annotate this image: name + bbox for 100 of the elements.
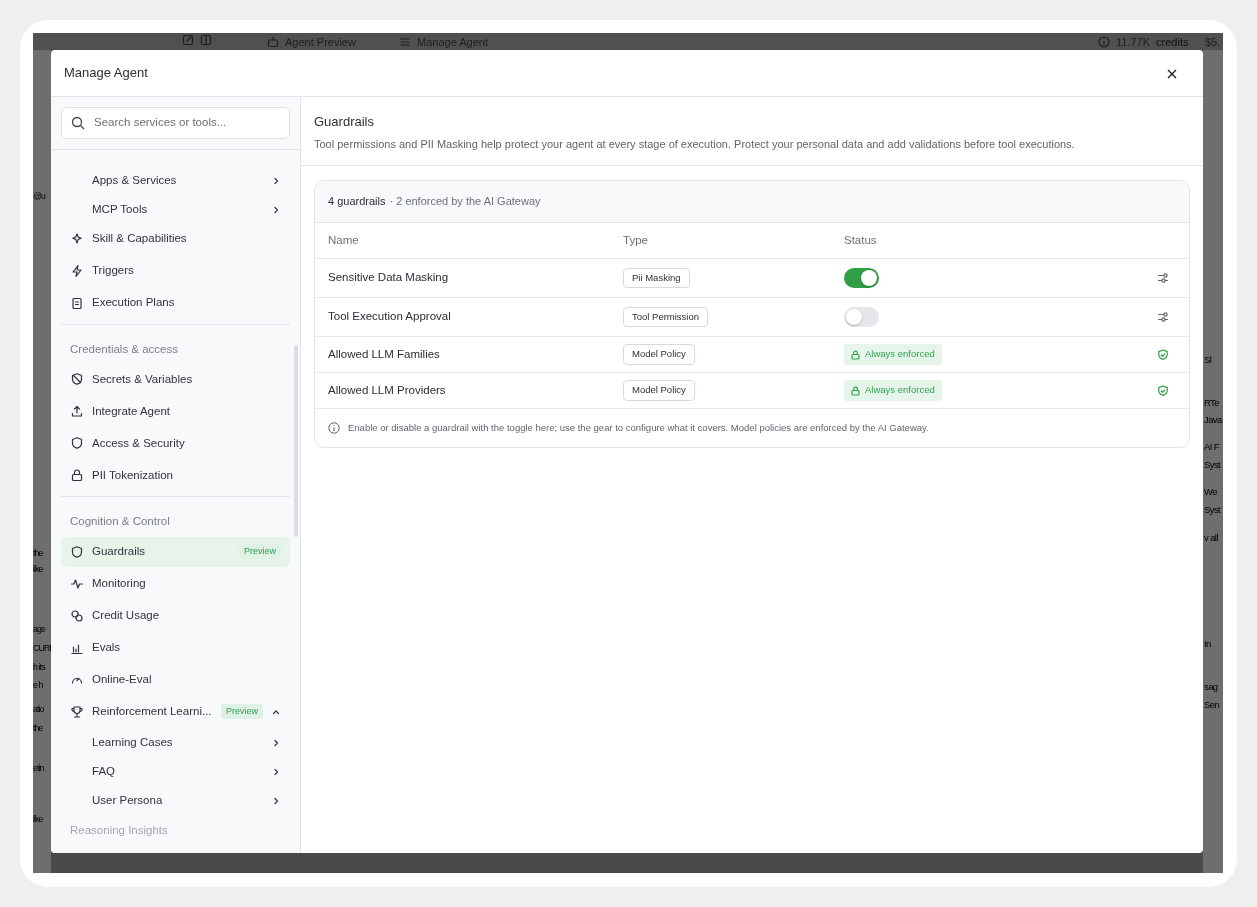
coins-icon (70, 608, 84, 623)
toggle-switch[interactable] (844, 268, 879, 288)
section-label: Cognition & Control (69, 514, 171, 530)
upload-icon (70, 404, 84, 419)
background-text: sag (1204, 680, 1218, 694)
shield-slash-icon (70, 372, 84, 387)
sidebar-item[interactable]: Monitoring (61, 568, 290, 599)
sidebar-item[interactable]: Skill & Capabilities (61, 224, 290, 254)
enforced-badge: Always enforced (844, 380, 942, 401)
background-text: AI F (1204, 440, 1220, 454)
enforced-summary: · 2 enforced by the AI Gateway (389, 194, 541, 210)
lock-icon (851, 385, 860, 396)
type-tag: Model Policy (623, 380, 695, 401)
type-tag: Pii Masking (623, 267, 690, 289)
background-text: etin (33, 762, 44, 775)
type-tag: Tool Permission (623, 306, 709, 328)
lightning-icon (70, 264, 84, 278)
sidebar-item[interactable]: PII Tokenization (61, 460, 290, 491)
search-box[interactable]: Search services or tools... (61, 107, 290, 139)
shield-icon (70, 436, 84, 451)
column-header: Status (844, 232, 878, 248)
toggle-switch[interactable] (844, 307, 879, 327)
background-text: CURI (33, 642, 51, 655)
background-text: We (1204, 485, 1217, 499)
credits-label: credits (1156, 35, 1189, 50)
sidebar-item[interactable]: Execution Plans (61, 288, 290, 318)
guardrail-name: Sensitive Data Masking (328, 270, 450, 286)
background-text: atio (33, 703, 44, 716)
trophy-icon (70, 704, 84, 719)
background-text: like (33, 563, 43, 576)
settings-button[interactable] (1157, 311, 1169, 323)
pulse-icon (70, 576, 84, 591)
guardrail-count: 4 guardrails (328, 194, 386, 210)
background-text: Syst (1204, 503, 1221, 517)
sidebar-item[interactable]: Access & Security (61, 428, 290, 459)
help-note: Enable or disable a guardrail with the toggle here; use the gear to configure what it covers. Model policies are enforced by the AI Gateway. (348, 420, 929, 435)
sparkle-icon (70, 232, 84, 246)
menu-icon (399, 36, 411, 49)
section-label: Credentials & access (69, 342, 180, 357)
panel-icon (200, 34, 212, 46)
sidebar-item[interactable]: MCP Tools (61, 195, 290, 224)
sidebar-item[interactable]: Reinforcement Learni... Preview (61, 696, 290, 727)
section-title: Guardrails (314, 113, 375, 131)
background-text: like (33, 813, 43, 826)
sidebar-item[interactable]: User Persona (61, 786, 290, 816)
sidebar-item[interactable]: Evals (61, 632, 290, 663)
background-text: RTe (1204, 396, 1219, 410)
close-icon (1167, 68, 1177, 79)
enforced-badge: Always enforced (844, 344, 942, 365)
sidebar-item[interactable]: Integrate Agent (61, 396, 290, 427)
sidebar-item[interactable]: Learning Cases (61, 728, 290, 758)
clipboard-icon (70, 296, 84, 310)
sidebar-item[interactable]: Guardrails Preview (61, 536, 290, 567)
guardrail-name: Allowed LLM Families (328, 346, 441, 362)
search-icon (71, 116, 85, 130)
chevron-right-icon (271, 204, 281, 215)
background-text: In (1204, 637, 1211, 651)
type-tag: Model Policy (623, 344, 695, 365)
edit-icon (182, 34, 194, 46)
info-icon (1098, 36, 1110, 49)
background-text: Syst (1204, 458, 1221, 472)
sidebar-item[interactable]: Secrets & Variables (61, 364, 290, 395)
lock-icon (70, 468, 84, 483)
background-text: e h (33, 679, 43, 692)
shield-icon (70, 544, 84, 559)
chevron-right-icon (271, 175, 281, 186)
background-text: Java (1204, 413, 1222, 427)
lock-icon (851, 349, 860, 360)
chevron-right-icon (271, 796, 281, 806)
chevron-right-icon (271, 767, 281, 777)
sliders-icon (1157, 272, 1169, 284)
section-description: Tool permissions and PII Masking help protect your agent at every stage of execution. Protect your personal data and add validations before tool executions. (314, 136, 1076, 152)
shield-check-icon (1157, 348, 1169, 361)
shield-check-icon (1157, 384, 1169, 397)
background-text: age (33, 623, 45, 636)
sidebar-item[interactable]: Credit Usage (61, 600, 290, 631)
guardrail-name: Tool Execution Approval (328, 309, 452, 325)
chevron-right-icon (271, 738, 281, 748)
sidebar-item[interactable]: Online-Eval (61, 664, 290, 695)
background-text: Sen (1204, 698, 1220, 712)
guardrail-name: Allowed LLM Providers (328, 382, 447, 398)
robot-icon (267, 36, 279, 49)
search-field[interactable]: Search services or tools... (92, 113, 280, 133)
background-text: h its (33, 661, 45, 674)
sidebar-item[interactable]: FAQ (61, 757, 290, 787)
background-text: the (33, 722, 43, 735)
info-icon (328, 422, 340, 434)
background-text: v all (1204, 531, 1218, 545)
column-header: Type (623, 232, 649, 248)
dialog-title: Manage Agent (64, 64, 148, 83)
background-text: @u (33, 190, 46, 203)
sidebar-item[interactable]: Apps & Services (61, 166, 290, 195)
background-text: the (33, 547, 43, 560)
settings-button[interactable] (1157, 272, 1169, 284)
preview-badge: Preview (221, 703, 263, 720)
sidebar-item[interactable]: Triggers (61, 256, 290, 286)
preview-badge: Preview (239, 543, 281, 560)
background-text: Sl (1204, 353, 1212, 367)
sliders-icon (1157, 311, 1169, 323)
column-header: Name (328, 232, 360, 248)
